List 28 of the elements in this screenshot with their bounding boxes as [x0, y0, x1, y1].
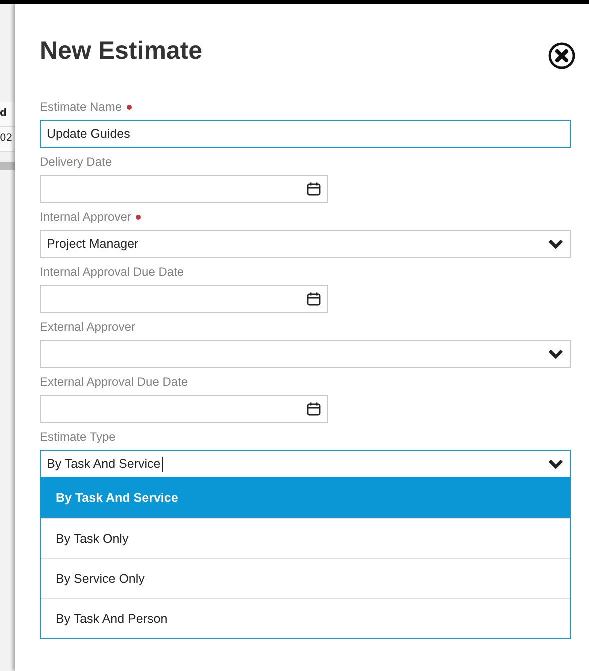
- field-label: Internal Approval Due Date: [40, 265, 184, 279]
- dialog-title: New Estimate: [40, 37, 203, 66]
- dropdown-option[interactable]: By Task Only: [41, 518, 570, 558]
- date-field[interactable]: [40, 395, 328, 423]
- field-label: External Approver: [40, 320, 136, 334]
- field-label: Delivery Date: [40, 155, 112, 169]
- close-icon[interactable]: [548, 42, 576, 70]
- dropdown-field[interactable]: By Task And Service: [40, 450, 571, 478]
- field-label: External Approval Due Date: [40, 375, 188, 389]
- field-label: Estimate Type: [40, 430, 116, 444]
- date-field[interactable]: [40, 285, 328, 313]
- dropdown-field[interactable]: [40, 340, 571, 368]
- date-field[interactable]: [40, 175, 328, 203]
- background-text: 02: [0, 127, 15, 152]
- dropdown-option[interactable]: By Service Only: [41, 558, 570, 598]
- chevron-down-icon[interactable]: [548, 349, 564, 359]
- calendar-icon[interactable]: [307, 402, 321, 416]
- background-text: d: [0, 102, 15, 127]
- dropdown-field[interactable]: Project Manager: [40, 230, 571, 258]
- calendar-icon[interactable]: [307, 292, 321, 306]
- chevron-down-icon[interactable]: [548, 239, 564, 249]
- field-label: Estimate Name: [40, 100, 122, 114]
- dropdown-option[interactable]: By Task And Person: [41, 598, 570, 638]
- calendar-icon[interactable]: [307, 182, 321, 196]
- chevron-down-icon[interactable]: [548, 459, 564, 469]
- scrollbar: [0, 162, 15, 170]
- input-field[interactable]: Update Guides: [40, 120, 571, 148]
- field-label: Internal Approver: [40, 210, 132, 224]
